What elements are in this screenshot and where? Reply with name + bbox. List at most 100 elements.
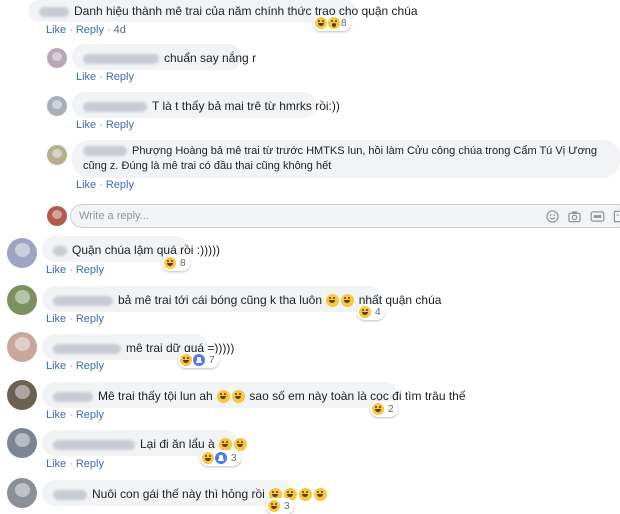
commenter-name[interactable] bbox=[53, 391, 93, 402]
like-link[interactable]: Like bbox=[46, 24, 66, 36]
avatar[interactable] bbox=[7, 478, 37, 508]
reaction-count: 3 bbox=[284, 500, 290, 512]
reply-link[interactable]: Reply bbox=[76, 313, 104, 325]
haha-emoji-icon bbox=[326, 294, 340, 308]
reply-link[interactable]: Reply bbox=[106, 179, 134, 191]
reaction-count: 4 bbox=[375, 306, 381, 318]
like-link[interactable]: Like bbox=[46, 313, 66, 325]
reply-text: T là t thấy bả mai trê từ hmrks rồi:)) bbox=[152, 99, 340, 113]
like-link[interactable]: Like bbox=[46, 458, 66, 470]
commenter-name[interactable] bbox=[39, 6, 69, 17]
reply-composer[interactable] bbox=[70, 204, 620, 228]
current-user-avatar bbox=[47, 206, 67, 226]
reply-link[interactable]: Reply bbox=[76, 264, 104, 276]
reply-link[interactable]: Reply bbox=[76, 458, 104, 470]
comment-actions: Like · Reply bbox=[46, 313, 104, 325]
comment-bubble: bả mê trai tới cái bóng cũng k tha luôn … bbox=[42, 286, 441, 312]
avatar[interactable] bbox=[7, 428, 37, 458]
comment-actions: Like · Reply bbox=[46, 360, 104, 372]
haha-emoji-icon bbox=[232, 390, 246, 404]
haha-reaction-icon bbox=[359, 306, 371, 318]
comment-text: bả mê trai tới cái bóng cũng k tha luôn bbox=[118, 293, 322, 307]
commenter-name[interactable] bbox=[53, 245, 67, 256]
commenter-name[interactable] bbox=[53, 343, 121, 354]
like-link[interactable]: Like bbox=[46, 264, 66, 276]
reaction-summary[interactable]: 2 bbox=[370, 401, 398, 417]
reaction-count: 8 bbox=[341, 17, 347, 29]
reply-input[interactable] bbox=[79, 209, 519, 223]
avatar[interactable] bbox=[47, 96, 67, 116]
haha-reaction-icon bbox=[180, 354, 192, 366]
haha-emoji-icon bbox=[314, 488, 328, 502]
comment-text: sao số em này toàn là cọc đi tìm trâu th… bbox=[249, 389, 466, 403]
reaction-summary[interactable]: 8 bbox=[313, 15, 351, 31]
reply-bubble: chuẩn say nắng r bbox=[72, 44, 256, 70]
commenter-name[interactable] bbox=[83, 146, 127, 157]
comment-bubble: Danh hiệu thành mê trai của năm chính th… bbox=[28, 0, 418, 22]
reaction-count: 2 bbox=[388, 403, 394, 415]
reaction-summary[interactable]: 3 bbox=[266, 498, 294, 514]
comment-actions: Like · Reply bbox=[46, 264, 104, 276]
reply-actions: Like · Reply bbox=[76, 179, 134, 191]
like-reaction-icon bbox=[193, 354, 205, 366]
commenter-name[interactable] bbox=[53, 489, 87, 500]
comment-actions: Like · Reply bbox=[46, 458, 104, 470]
avatar[interactable] bbox=[7, 285, 37, 315]
comment-actions: Like · Reply bbox=[46, 409, 104, 421]
sticker-icon[interactable] bbox=[613, 210, 620, 223]
comment-text: Mê trai thấy tội lun ah bbox=[98, 389, 213, 403]
reaction-summary[interactable]: 4 bbox=[357, 304, 385, 320]
comment-text: Quận chúa lậm quá rồi :))))) bbox=[72, 243, 221, 257]
timestamp[interactable]: 4d bbox=[114, 24, 126, 36]
commenter-name[interactable] bbox=[83, 53, 159, 64]
reaction-count: 7 bbox=[209, 354, 215, 366]
smiley-icon[interactable] bbox=[546, 210, 559, 223]
reply-text: chuẩn say nắng r bbox=[164, 51, 257, 65]
reply-link[interactable]: Reply bbox=[106, 71, 134, 83]
comment-text: Nuôi con gái thế này thì hỏng rồi bbox=[92, 487, 265, 501]
avatar[interactable] bbox=[47, 48, 67, 68]
reply-bubble: T là t thấy bả mai trê từ hmrks rồi:)) bbox=[72, 92, 340, 118]
more-options-icon[interactable]: ··· bbox=[360, 3, 377, 19]
avatar[interactable] bbox=[7, 332, 37, 362]
rofl-emoji-icon bbox=[217, 390, 231, 404]
haha-emoji-icon bbox=[234, 438, 248, 452]
comment-actions: Like · Reply · 4d bbox=[46, 24, 126, 36]
commenter-name[interactable] bbox=[53, 295, 113, 306]
haha-reaction-icon bbox=[202, 452, 214, 464]
reaction-summary[interactable]: 3 bbox=[200, 450, 241, 466]
haha-emoji-icon bbox=[299, 488, 313, 502]
comment-bubble: Mê trai thấy tội lun ah sao số em này to… bbox=[42, 382, 466, 408]
avatar[interactable] bbox=[7, 380, 37, 410]
like-link[interactable]: Like bbox=[46, 360, 66, 372]
commenter-name[interactable] bbox=[53, 439, 135, 450]
reply-link[interactable]: Reply bbox=[76, 24, 104, 36]
reaction-count: 8 bbox=[180, 257, 186, 269]
avatar[interactable] bbox=[7, 238, 37, 268]
comment-bubble: Nuôi con gái thế này thì hỏng rồi bbox=[42, 480, 328, 506]
haha-reaction-icon bbox=[268, 500, 280, 512]
haha-reaction-icon bbox=[164, 257, 176, 269]
like-link[interactable]: Like bbox=[76, 71, 96, 83]
haha-emoji-icon bbox=[341, 294, 355, 308]
wow-reaction-icon bbox=[328, 17, 340, 29]
comment-text: Lại đi ăn lẩu à bbox=[140, 437, 215, 451]
like-link[interactable]: Like bbox=[46, 409, 66, 421]
reaction-summary[interactable]: 8 bbox=[162, 255, 190, 271]
reply-text: Phượng Hoàng bả mê trai từ trước HMTKS l… bbox=[83, 145, 598, 172]
haha-reaction-icon bbox=[372, 403, 384, 415]
avatar[interactable] bbox=[47, 145, 67, 165]
camera-icon[interactable] bbox=[568, 210, 581, 223]
reply-bubble: Phượng Hoàng bả mê trai từ trước HMTKS l… bbox=[72, 140, 620, 178]
gif-icon[interactable] bbox=[590, 210, 605, 223]
like-link[interactable]: Like bbox=[76, 119, 96, 131]
commenter-name[interactable] bbox=[83, 101, 147, 112]
reply-link[interactable]: Reply bbox=[76, 409, 104, 421]
reaction-summary[interactable]: 7 bbox=[178, 352, 219, 368]
reply-link[interactable]: Reply bbox=[106, 119, 134, 131]
reply-link[interactable]: Reply bbox=[76, 360, 104, 372]
haha-reaction-icon bbox=[315, 17, 327, 29]
reply-actions: Like · Reply bbox=[76, 71, 134, 83]
reply-actions: Like · Reply bbox=[76, 119, 134, 131]
like-link[interactable]: Like bbox=[76, 179, 96, 191]
